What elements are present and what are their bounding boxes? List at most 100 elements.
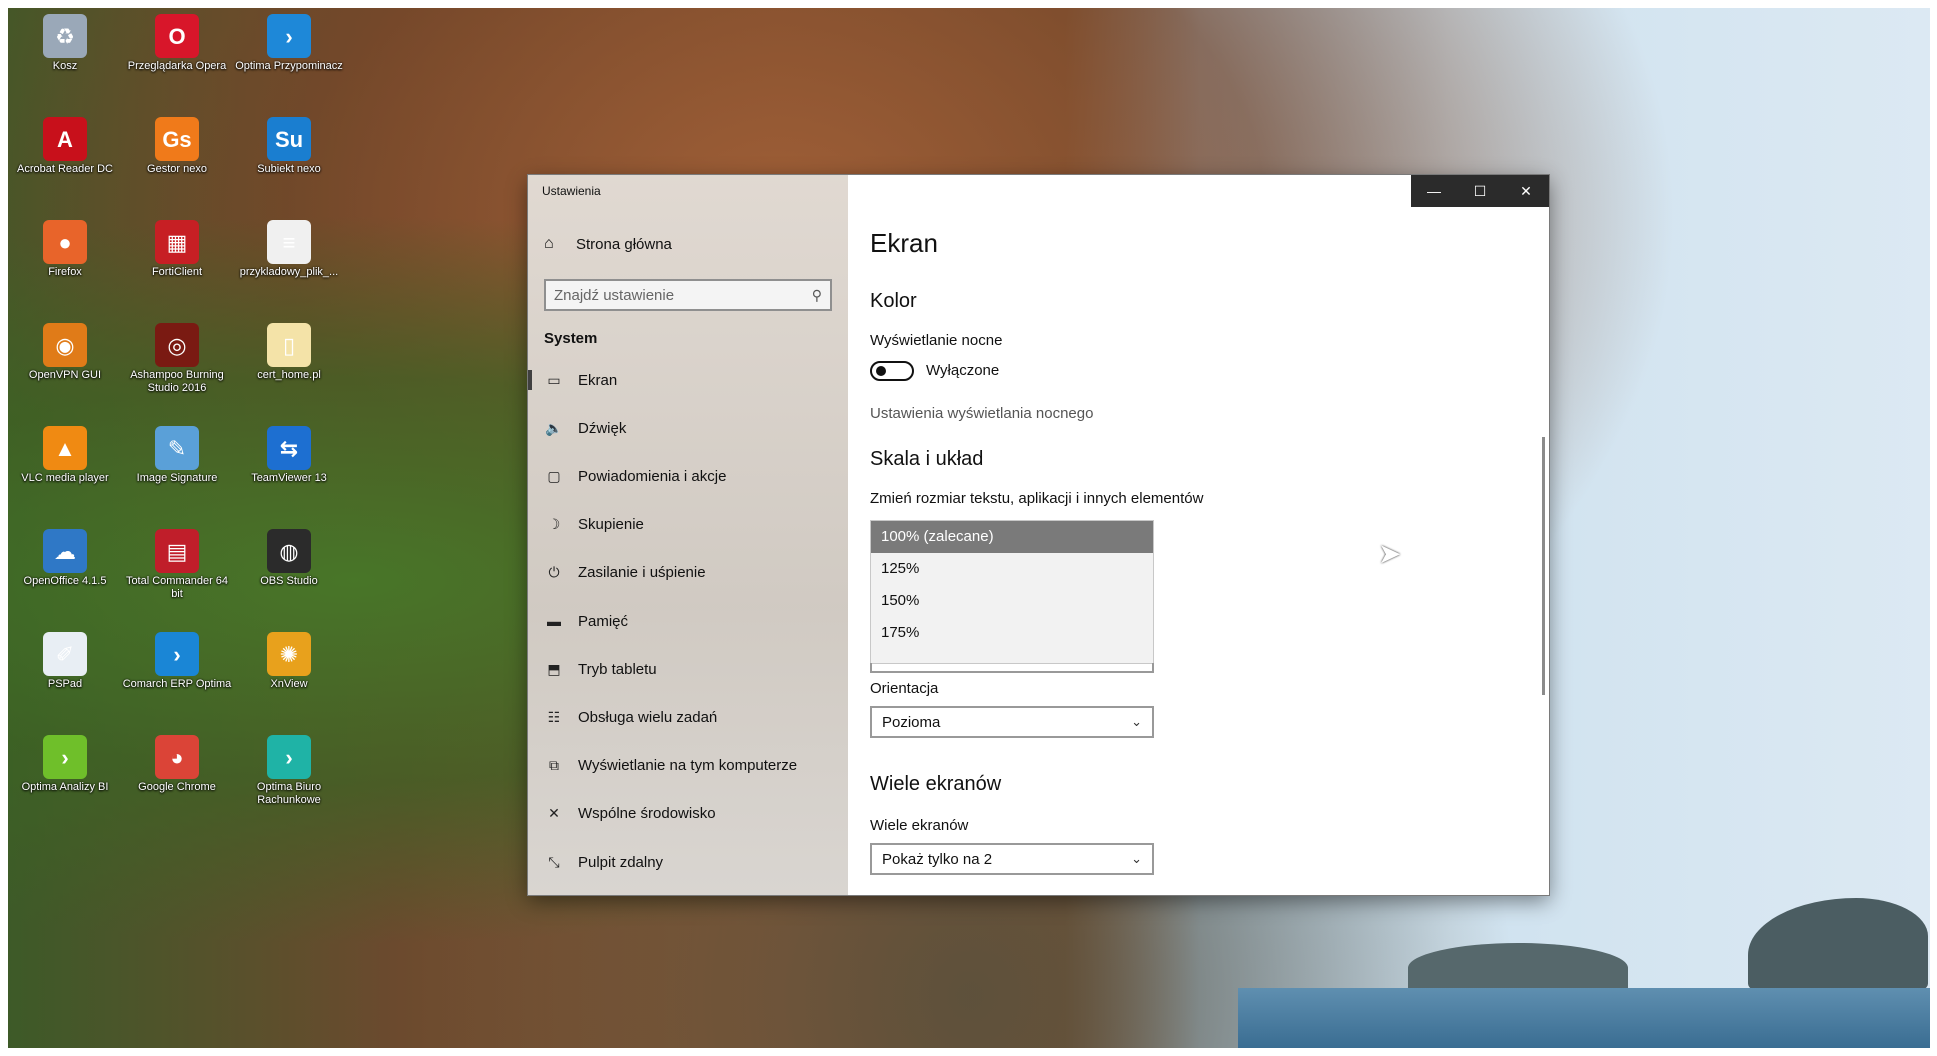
desktop-icon[interactable]: ✐ PSPad xyxy=(10,632,120,691)
sea-shape xyxy=(1238,988,1930,1048)
sidebar-item[interactable]: ☷ Obsługa wielu zadań xyxy=(528,697,848,737)
home-link[interactable]: ⌂ Strona główna xyxy=(544,235,672,253)
sidebar-item-label: Wyświetlanie na tym komputerze xyxy=(578,757,798,775)
multi-display-value: Pokaż tylko na 2 xyxy=(882,850,993,868)
sidebar-item[interactable]: ⏻ Zasilanie i uśpienie xyxy=(528,553,848,593)
desktop-icon[interactable]: ☁ OpenOffice 4.1.5 xyxy=(10,529,120,588)
desktop-icon[interactable]: ● Firefox xyxy=(10,220,120,279)
gestor-icon: Gs xyxy=(155,117,199,161)
file-icon: ▯ xyxy=(267,323,311,367)
optima-biuro-icon: › xyxy=(267,735,311,779)
desktop-icon-label: FortiClient xyxy=(151,266,203,278)
sidebar-item[interactable]: ⤡ Pulpit zdalny xyxy=(528,842,848,882)
sidebar-item[interactable]: ▢ Powiadomienia i akcje xyxy=(528,456,848,496)
desktop-icon-label: Kosz xyxy=(52,60,78,72)
tablet-icon: ⬒ xyxy=(547,660,561,677)
forticlient-icon: ▦ xyxy=(155,220,199,264)
desktop-icon[interactable]: ◉ OpenVPN GUI xyxy=(10,323,120,382)
teamviewer-icon: ⇆ xyxy=(267,426,311,470)
desktop-icon[interactable]: ▯ cert_home.pl xyxy=(234,323,344,382)
desktop-icon-label: Subiekt nexo xyxy=(257,163,321,175)
text-file-icon: ≡ xyxy=(267,220,311,264)
optima-bi-icon: › xyxy=(43,735,87,779)
scrollbar[interactable] xyxy=(1542,437,1545,695)
desktop-icon-label: Acrobat Reader DC xyxy=(17,163,113,175)
storage-icon: ▬ xyxy=(547,613,561,629)
desktop-icon-label: Przeglądarka Opera xyxy=(127,60,227,72)
shared-icon: ✕ xyxy=(548,805,560,822)
home-label: Strona główna xyxy=(576,235,672,253)
scale-option[interactable]: 150% xyxy=(871,585,1153,617)
multi-display-select[interactable]: Pokaż tylko na 2 ⌄ xyxy=(870,843,1154,875)
sidebar-item-label: Wspólne środowisko xyxy=(578,805,716,823)
scale-option[interactable]: 175% xyxy=(871,617,1153,649)
island-shape xyxy=(1748,898,1928,993)
optima-reminder-icon: › xyxy=(267,14,311,58)
sidebar-item-label: Dźwięk xyxy=(578,419,627,437)
multi-display-heading: Wiele ekranów xyxy=(870,773,1002,795)
desktop-icon[interactable]: ▦ FortiClient xyxy=(122,220,232,279)
desktop-icon[interactable]: ◎ Ashampoo Burning Studio 2016 xyxy=(122,323,232,395)
multitasking-icon: ☷ xyxy=(547,708,561,725)
desktop-icon-label: OpenOffice 4.1.5 xyxy=(23,575,107,587)
scale-select-edge xyxy=(870,663,1154,673)
night-light-settings-link[interactable]: Ustawienia wyświetlania nocnego xyxy=(870,405,1093,422)
desktop-icon-label: Total Commander 64 bit xyxy=(125,575,229,600)
settings-sidebar: Ustawienia ⌂ Strona główna Znajdź ustawi… xyxy=(528,175,848,895)
desktop-icon-label: Comarch ERP Optima xyxy=(122,678,232,690)
sidebar-item[interactable]: ⧉ Wyświetlanie na tym komputerze xyxy=(528,746,848,786)
desktop-icon[interactable]: ◍ OBS Studio xyxy=(234,529,344,588)
display-icon: ▭ xyxy=(547,371,561,388)
desktop-icon-label: Optima Przypominacz xyxy=(235,60,343,72)
settings-content: Ekran Kolor Wyświetlanie nocne Wyłączone… xyxy=(848,175,1549,895)
desktop-icon[interactable]: ♻ Kosz xyxy=(10,14,120,73)
search-input[interactable]: Znajdź ustawienie ⚲ xyxy=(544,279,832,311)
night-light-toggle[interactable] xyxy=(870,361,914,381)
sidebar-item[interactable]: ✕ Wspólne środowisko xyxy=(528,794,848,834)
desktop-icon[interactable]: ⇆ TeamViewer 13 xyxy=(234,426,344,485)
sidebar-item[interactable]: 🔈 Dźwięk xyxy=(528,408,848,448)
desktop-icon-label: Firefox xyxy=(48,266,82,278)
sidebar-item-label: Skupienie xyxy=(578,516,644,534)
desktop-icon[interactable]: O Przeglądarka Opera xyxy=(122,14,232,73)
desktop-icon[interactable]: ✺ XnView xyxy=(234,632,344,691)
desktop-icon-label: Ashampoo Burning Studio 2016 xyxy=(130,369,224,394)
sidebar-item[interactable]: ▭ Ekran xyxy=(528,360,848,400)
pspad-icon: ✐ xyxy=(43,632,87,676)
desktop-icon[interactable]: ▤ Total Commander 64 bit xyxy=(122,529,232,601)
orientation-select[interactable]: Pozioma ⌄ xyxy=(870,706,1154,738)
sidebar-item[interactable]: ⬒ Tryb tabletu xyxy=(528,649,848,689)
night-light-label: Wyświetlanie nocne xyxy=(870,332,1003,349)
desktop-icon[interactable]: A Acrobat Reader DC xyxy=(10,117,120,176)
desktop-icon[interactable]: Gs Gestor nexo xyxy=(122,117,232,176)
desktop-icon[interactable]: › Optima Analizy BI xyxy=(10,735,120,794)
desktop-icon-label: XnView xyxy=(270,678,308,690)
scale-option[interactable]: 125% xyxy=(871,553,1153,585)
desktop-icon-label: OBS Studio xyxy=(260,575,318,587)
desktop-icon[interactable]: › Optima Biuro Rachunkowe xyxy=(234,735,344,807)
search-icon: ⚲ xyxy=(811,286,822,303)
project-icon: ⧉ xyxy=(549,757,559,774)
multi-display-label: Wiele ekranów xyxy=(870,817,969,834)
desktop-icon-label: Optima Biuro Rachunkowe xyxy=(256,781,322,806)
desktop-icon[interactable]: › Optima Przypominacz xyxy=(234,14,344,73)
power-icon: ⏻ xyxy=(548,564,560,581)
sidebar-item-label: Zasilanie i uśpienie xyxy=(578,564,706,582)
desktop-icon[interactable]: › Comarch ERP Optima xyxy=(122,632,232,691)
desktop-icon[interactable]: ✎ Image Signature xyxy=(122,426,232,485)
scale-option[interactable]: 100% (zalecane) xyxy=(871,521,1153,553)
desktop-icon-label: Image Signature xyxy=(136,472,218,484)
search-placeholder: Znajdź ustawienie xyxy=(554,286,675,304)
desktop-icon-label: Gestor nexo xyxy=(147,163,207,175)
sidebar-item[interactable]: ▬ Pamięć xyxy=(528,601,848,641)
desktop-icon[interactable]: ▲ VLC media player xyxy=(10,426,120,485)
sidebar-item[interactable]: ☽ Skupienie xyxy=(528,505,848,545)
desktop-icon[interactable]: Su Subiekt nexo xyxy=(234,117,344,176)
ashampoo-icon: ◎ xyxy=(155,323,199,367)
speaker-icon: 🔈 xyxy=(545,419,563,436)
color-heading: Kolor xyxy=(870,290,917,312)
vlc-icon: ▲ xyxy=(43,426,87,470)
desktop-icon[interactable]: ◕ Google Chrome xyxy=(122,735,232,794)
remote-desktop-icon: ⤡ xyxy=(548,853,560,870)
desktop-icon[interactable]: ≡ przykladowy_plik_... xyxy=(234,220,344,279)
